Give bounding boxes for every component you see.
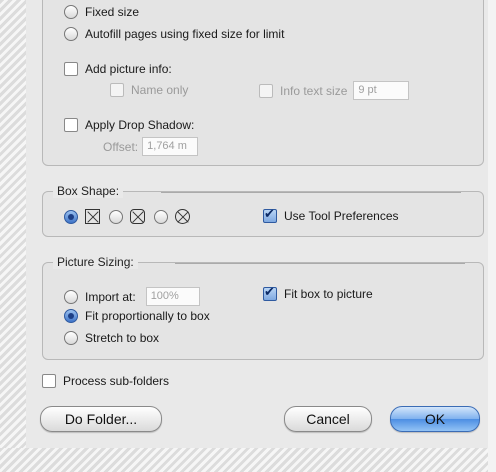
rounded-rectangle-x-icon <box>130 209 145 224</box>
box-shape-group: Box Shape: Use Tool Preferences <box>42 184 484 237</box>
fit-box-option[interactable]: Fit box to picture <box>263 284 373 301</box>
info-text-size-checkbox[interactable] <box>259 83 273 98</box>
box-shape-rule <box>161 192 461 193</box>
autofill-option[interactable]: Autofill pages using fixed size for limi… <box>64 27 284 41</box>
cancel-button[interactable]: Cancel <box>284 406 372 432</box>
offset-label: Offset: <box>103 139 139 154</box>
fit-proportionally-radio[interactable] <box>64 309 78 323</box>
info-text-size-option[interactable]: Info text size 9 pt <box>259 81 410 100</box>
import-at-option[interactable]: Import at: 100% <box>64 287 200 306</box>
oval-x-icon <box>175 209 190 224</box>
stretch-radio[interactable] <box>64 331 78 345</box>
import-at-label: Import at: <box>85 289 136 304</box>
offset-field[interactable]: 1,764 m <box>142 137 199 156</box>
fit-box-checkbox[interactable] <box>263 284 277 301</box>
autofill-radio[interactable] <box>64 27 78 41</box>
rect-shape-radio[interactable] <box>64 209 78 224</box>
box-shape-options <box>64 209 199 224</box>
dialog: Fixed size Autofill pages using fixed si… <box>26 0 488 448</box>
name-only-checkbox[interactable] <box>110 83 124 97</box>
use-tool-prefs-option[interactable]: Use Tool Preferences <box>263 206 399 223</box>
use-tool-prefs-label: Use Tool Preferences <box>284 209 399 223</box>
picture-sizing-rule <box>175 263 465 264</box>
offset-row: Offset: 1,764 m <box>103 137 199 156</box>
fixed-size-option[interactable]: Fixed size <box>64 5 139 19</box>
picture-sizing-title: Picture Sizing: <box>53 255 138 269</box>
fit-proportionally-option[interactable]: Fit proportionally to box <box>64 309 210 323</box>
window-edge-right <box>488 0 496 472</box>
stretch-option[interactable]: Stretch to box <box>64 331 159 345</box>
picture-sizing-group: Picture Sizing: Import at: 100% Fit box … <box>42 255 484 360</box>
do-folder-button[interactable]: Do Folder... <box>40 406 162 432</box>
window-edge-texture-bottom <box>0 448 496 472</box>
stretch-label: Stretch to box <box>85 331 160 345</box>
fixed-size-label: Fixed size <box>85 5 140 19</box>
drop-shadow-option[interactable]: Apply Drop Shadow: <box>64 118 194 132</box>
add-picture-info-label: Add picture info: <box>85 62 172 76</box>
oval-shape-radio[interactable] <box>154 209 168 224</box>
process-subfolders-option[interactable]: Process sub-folders <box>42 374 169 388</box>
import-at-radio[interactable] <box>64 289 78 304</box>
window-edge-texture <box>0 0 26 472</box>
fit-proportionally-label: Fit proportionally to box <box>85 309 210 323</box>
process-subfolders-label: Process sub-folders <box>63 374 170 388</box>
use-tool-prefs-checkbox[interactable] <box>263 206 277 223</box>
info-text-size-field[interactable]: 9 pt <box>353 81 410 100</box>
drop-shadow-label: Apply Drop Shadow: <box>85 118 195 132</box>
autofill-label: Autofill pages using fixed size for limi… <box>85 27 285 41</box>
name-only-label: Name only <box>131 83 189 97</box>
drop-shadow-checkbox[interactable] <box>64 118 78 132</box>
add-picture-info-checkbox[interactable] <box>64 62 78 76</box>
rectangle-x-icon <box>85 209 100 224</box>
fit-box-label: Fit box to picture <box>284 287 373 301</box>
info-text-size-label: Info text size <box>280 83 348 98</box>
import-at-field[interactable]: 100% <box>145 287 200 306</box>
add-picture-info-option[interactable]: Add picture info: <box>64 62 172 76</box>
box-shape-title: Box Shape: <box>53 184 124 198</box>
ok-button[interactable]: OK <box>390 406 480 432</box>
name-only-option[interactable]: Name only <box>110 83 188 97</box>
rounded-shape-radio[interactable] <box>109 209 123 224</box>
fixed-size-radio[interactable] <box>64 5 78 19</box>
process-subfolders-checkbox[interactable] <box>42 374 56 388</box>
picture-options-group: Fixed size Autofill pages using fixed si… <box>42 0 484 166</box>
